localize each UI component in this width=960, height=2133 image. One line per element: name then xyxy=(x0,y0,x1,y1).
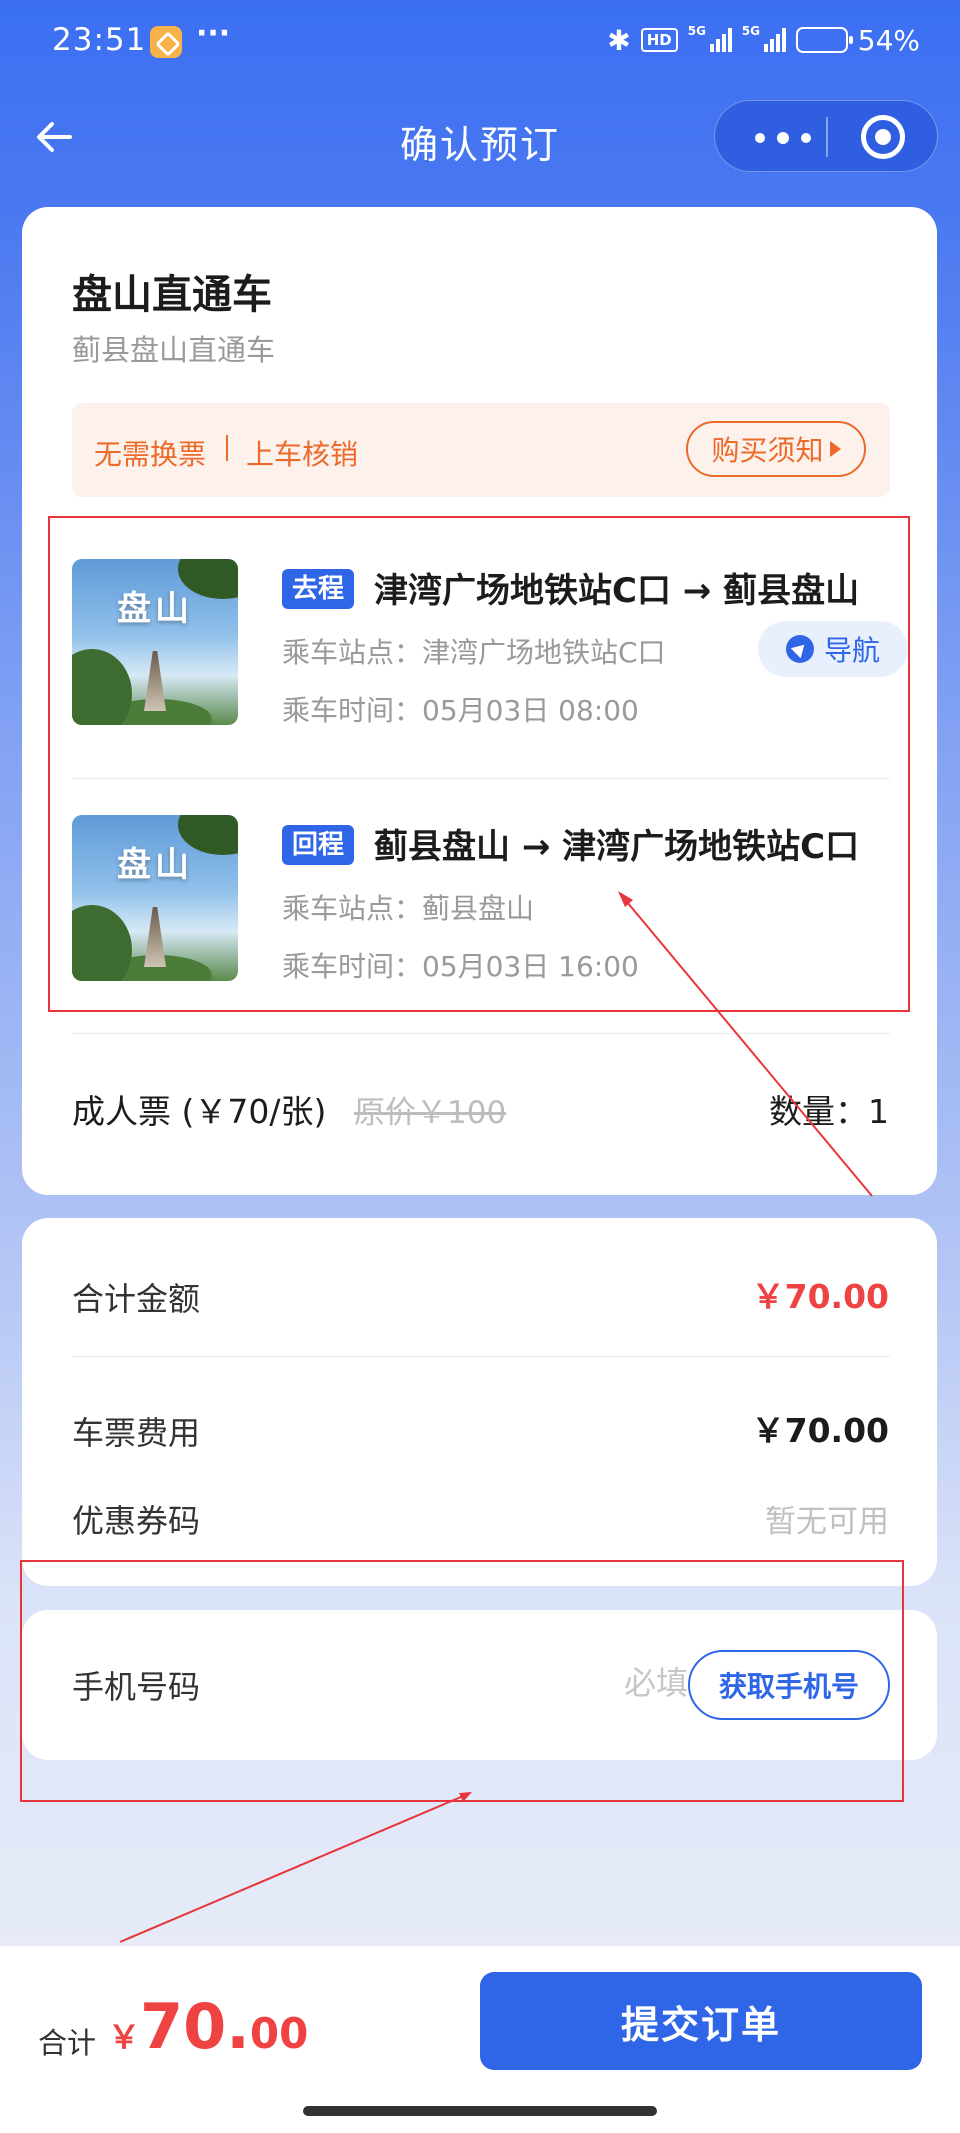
bottom-total-price: ￥70.00 xyxy=(108,1990,308,2063)
bluetooth-icon: ✱ xyxy=(607,23,631,57)
trip-route: 蓟县盘山 → 津湾广场地铁站C口 xyxy=(374,827,860,867)
product-subtitle: 蓟县盘山直通车 xyxy=(72,333,276,367)
status-time: 23:51 xyxy=(52,22,147,58)
purchase-rules-label: 购买须知 xyxy=(711,434,824,467)
ticket-fee-label: 车票费用 xyxy=(72,1414,201,1452)
trip-station: 乘车站点：蓟县盘山 xyxy=(282,892,535,925)
get-phone-number-button[interactable]: 获取手机号 xyxy=(688,1650,890,1720)
phone-input[interactable] xyxy=(442,1658,688,1708)
bottom-total-label: 合计 xyxy=(38,2026,97,2060)
price-integer: 70. xyxy=(140,1990,250,2063)
trip-time: 乘车时间：05月03日 16:00 xyxy=(282,950,639,983)
miniprogram-capsule xyxy=(714,100,938,172)
submit-order-button[interactable]: 提交订单 xyxy=(480,1972,922,2070)
currency-symbol: ￥ xyxy=(108,2018,141,2056)
trip-return: 盘山 回程 蓟县盘山 → 津湾广场地铁站C口 乘车站点：蓟县盘山 乘车时间：05… xyxy=(72,815,892,995)
summary-divider xyxy=(72,1356,890,1357)
notice-verify-on-board: 上车核销 xyxy=(246,438,359,471)
total-amount-value: ￥70.00 xyxy=(751,1277,889,1316)
navigation-arrow-icon xyxy=(785,635,814,663)
signal-icon-2: 5G xyxy=(742,24,786,52)
coupon-value[interactable]: 暂无可用 xyxy=(765,1496,889,1541)
ticket-fee-value: ￥70.00 xyxy=(751,1411,889,1450)
caret-right-icon xyxy=(829,441,841,457)
phone-label: 手机号码 xyxy=(72,1668,201,1706)
trip-type-badge: 去程 xyxy=(282,569,355,609)
route-thumbnail-image: 盘山 xyxy=(72,559,238,725)
coupon-label: 优惠券码 xyxy=(72,1502,201,1540)
battery-icon xyxy=(795,27,853,53)
trip-route: 津湾广场地铁站C口 → 蓟县盘山 xyxy=(374,571,860,611)
phone-card: 手机号码 获取手机号 xyxy=(22,1610,937,1760)
trip-outbound: 盘山 去程 津湾广场地铁站C口 → 蓟县盘山 乘车站点：津湾广场地铁站C口 乘车… xyxy=(72,559,908,739)
home-indicator[interactable] xyxy=(303,2106,657,2116)
capsule-divider xyxy=(826,117,828,157)
bottom-action-bar: 合计 ￥70.00 提交订单 xyxy=(0,1946,960,2133)
hd-voice-icon: HD xyxy=(640,28,678,52)
price-decimal: 00 xyxy=(249,2009,309,2058)
route-thumbnail-image: 盘山 xyxy=(72,815,238,981)
original-price: 原价￥100 xyxy=(354,1095,507,1131)
status-bar: 23:51 ··· ✱ HD 5G 5G 54% xyxy=(0,0,960,84)
more-notifications-icon: ··· xyxy=(196,16,231,51)
more-menu-icon[interactable] xyxy=(745,121,825,153)
ticket-quantity: 数量：1 xyxy=(769,1092,889,1131)
app-notification-icon xyxy=(150,26,182,58)
notice-no-exchange: 无需换票 xyxy=(94,438,207,471)
close-miniprogram-icon[interactable] xyxy=(861,115,905,159)
navigation-label: 导航 xyxy=(823,634,880,667)
thumbnail-title: 盘山 xyxy=(117,589,193,629)
trip-divider xyxy=(72,778,890,779)
annotation-arrow-2 xyxy=(119,1793,469,1943)
total-amount-label: 合计金额 xyxy=(72,1280,201,1318)
price-summary-card: 合计金额 ￥70.00 车票费用 ￥70.00 优惠券码 暂无可用 xyxy=(22,1218,937,1586)
navigation-button[interactable]: 导航 xyxy=(758,621,908,677)
thumbnail-title: 盘山 xyxy=(117,845,193,885)
ticket-divider xyxy=(72,1033,890,1034)
trip-time: 乘车时间：05月03日 08:00 xyxy=(282,694,639,727)
trip-type-badge: 回程 xyxy=(282,825,355,865)
notice-separator xyxy=(226,435,228,461)
signal-icon: 5G xyxy=(688,24,732,52)
nav-bar: 确认预订 xyxy=(0,96,960,180)
product-title: 盘山直通车 xyxy=(72,272,272,318)
ticket-type-price: 成人票 (￥70/张) xyxy=(72,1092,327,1131)
order-detail-card: 盘山直通车 蓟县盘山直通车 无需换票 上车核销 购买须知 盘山 去程 津湾广场地… xyxy=(22,207,937,1195)
purchase-rules-button[interactable]: 购买须知 xyxy=(686,421,866,477)
battery-percent: 54% xyxy=(857,23,920,57)
ticket-notice-bar: 无需换票 上车核销 购买须知 xyxy=(72,403,890,497)
trip-station: 乘车站点：津湾广场地铁站C口 xyxy=(282,636,666,669)
annotation-arrowhead-2 xyxy=(459,1792,472,1802)
